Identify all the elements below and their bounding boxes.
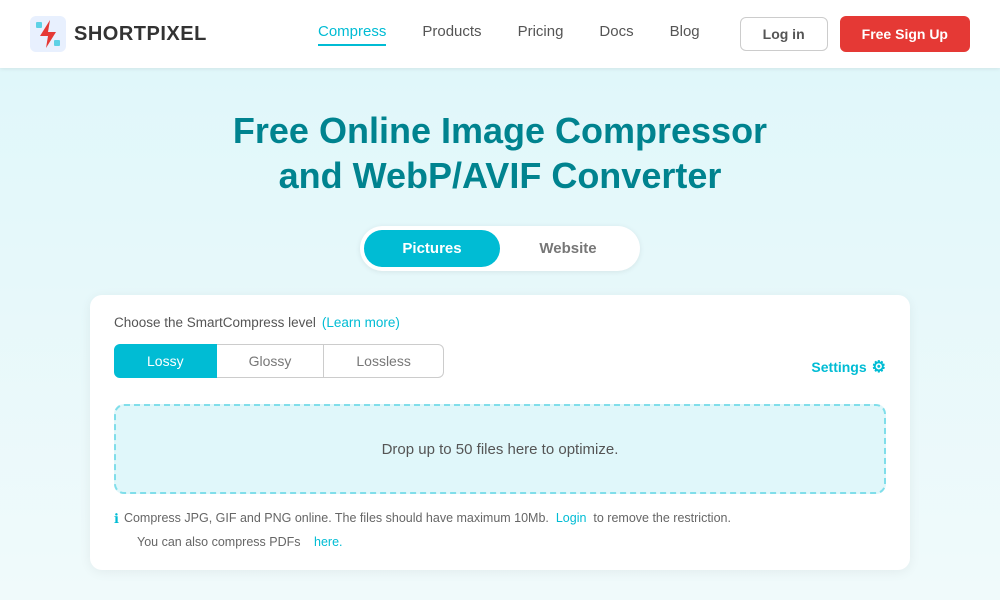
- level-glossy-button[interactable]: Glossy: [217, 344, 325, 378]
- logo-text: SHORTPIXEL: [74, 23, 207, 46]
- info-icon: ℹ: [114, 509, 119, 530]
- tab-switcher: Pictures Website: [360, 226, 640, 271]
- nav-links: Compress Products Pricing Docs Blog: [318, 23, 700, 46]
- nav-docs[interactable]: Docs: [599, 23, 633, 46]
- info-login-suffix: to remove the restriction.: [593, 511, 731, 525]
- info-login-link[interactable]: Login: [556, 511, 587, 525]
- tab-pictures[interactable]: Pictures: [364, 230, 500, 267]
- info-here-link[interactable]: here.: [314, 532, 343, 552]
- nav-pricing[interactable]: Pricing: [518, 23, 564, 46]
- nav-blog[interactable]: Blog: [670, 23, 700, 46]
- hero-section: Free Online Image Compressor and WebP/AV…: [0, 68, 1000, 600]
- logo-icon: [30, 16, 66, 52]
- level-lossy-button[interactable]: Lossy: [114, 344, 217, 378]
- tab-website[interactable]: Website: [500, 230, 636, 267]
- nav-actions: Log in Free Sign Up: [740, 16, 970, 52]
- info-line-2: You can also compress PDFs here.: [114, 532, 886, 552]
- login-button[interactable]: Log in: [740, 17, 828, 51]
- settings-label: Settings: [811, 359, 866, 375]
- info-line-1: ℹ Compress JPG, GIF and PNG online. The …: [114, 508, 886, 530]
- logo[interactable]: SHORTPIXEL: [30, 16, 207, 52]
- hero-title: Free Online Image Compressor and WebP/AV…: [20, 108, 980, 198]
- drop-zone[interactable]: Drop up to 50 files here to optimize.: [114, 404, 886, 494]
- gear-icon: ⚙: [872, 357, 886, 377]
- learn-more-link[interactable]: (Learn more): [322, 315, 400, 330]
- nav-compress[interactable]: Compress: [318, 23, 386, 46]
- level-settings-row: Lossy Glossy Lossless Settings ⚙: [114, 344, 886, 390]
- navbar: SHORTPIXEL Compress Products Pricing Doc…: [0, 0, 1000, 68]
- level-buttons: Lossy Glossy Lossless: [114, 344, 444, 378]
- settings-link[interactable]: Settings ⚙: [811, 357, 886, 377]
- compress-panel: Choose the SmartCompress level (Learn mo…: [90, 295, 910, 570]
- nav-products[interactable]: Products: [422, 23, 481, 46]
- signup-button[interactable]: Free Sign Up: [840, 16, 970, 52]
- info-row: ℹ Compress JPG, GIF and PNG online. The …: [114, 508, 886, 552]
- drop-zone-text: Drop up to 50 files here to optimize.: [382, 441, 619, 458]
- info-text-1: Compress JPG, GIF and PNG online. The fi…: [124, 511, 549, 525]
- level-lossless-button[interactable]: Lossless: [324, 344, 443, 378]
- compress-level-row: Choose the SmartCompress level (Learn mo…: [114, 315, 886, 330]
- info-pdf-text: You can also compress PDFs: [137, 532, 301, 552]
- compress-level-label: Choose the SmartCompress level: [114, 315, 316, 330]
